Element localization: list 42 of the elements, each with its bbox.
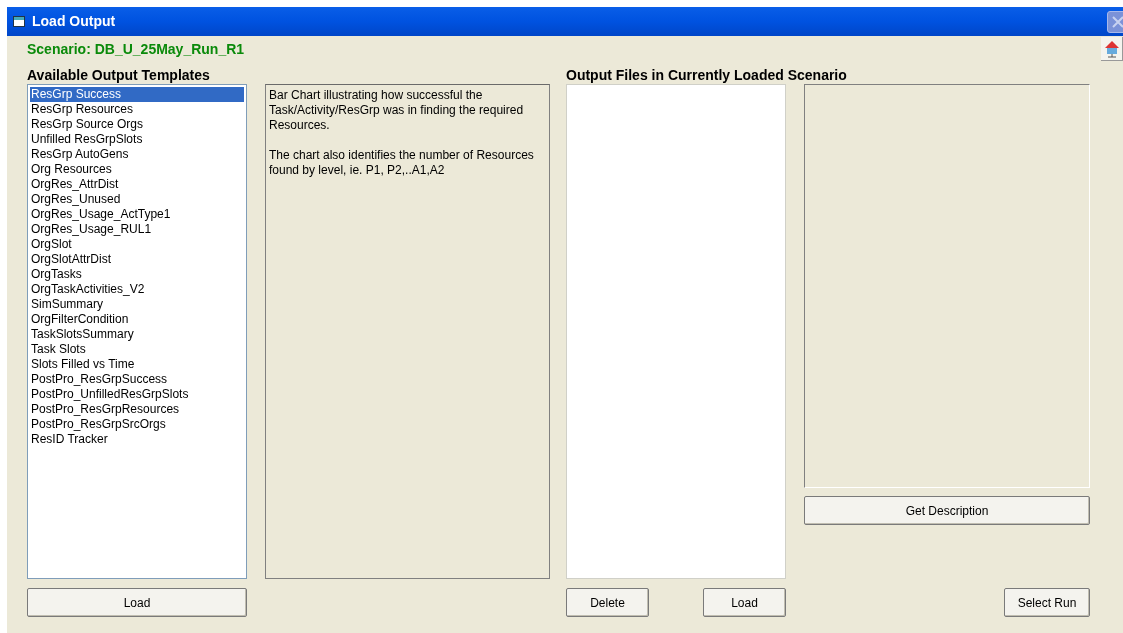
- close-button[interactable]: [1107, 10, 1123, 33]
- section-heading: Available Output Templates: [27, 67, 211, 84]
- description-text: Bar Chart illustrating how successful the Task/Activity/ResGrp was in finding the required Resources.: [269, 88, 525, 133]
- list-item[interactable]: OrgRes_AttrDist: [30, 177, 244, 192]
- house-icon: [1103, 39, 1120, 58]
- section-heading: Output Files in Currently Loaded Scenario: [566, 67, 848, 84]
- list-item[interactable]: Org Resources: [30, 162, 244, 177]
- list-item[interactable]: ResGrp Success: [30, 87, 244, 102]
- list-item[interactable]: TaskSlotsSummary: [30, 327, 244, 342]
- get-description-button[interactable]: Get Description: [804, 496, 1090, 525]
- home-button[interactable]: [1101, 37, 1123, 61]
- delete-button[interactable]: Delete: [566, 588, 649, 617]
- list-item[interactable]: PostPro_ResGrpSrcOrgs: [30, 417, 244, 432]
- close-icon: [1112, 15, 1123, 28]
- window-icon: [13, 16, 25, 27]
- list-item[interactable]: ResGrp Resources: [30, 102, 244, 117]
- list-item[interactable]: OrgFilterCondition: [30, 312, 244, 327]
- list-item[interactable]: OrgRes_Usage_ActType1: [30, 207, 244, 222]
- description-text: The chart also identifies the number of Resources found by level, ie. P1, P2,..A1,A2: [269, 148, 535, 178]
- list-item[interactable]: PostPro_ResGrpSuccess: [30, 372, 244, 387]
- list-item[interactable]: ResGrp Source Orgs: [30, 117, 244, 132]
- list-item[interactable]: Unfilled ResGrpSlots: [30, 132, 244, 147]
- list-item[interactable]: OrgSlotAttrDist: [30, 252, 244, 267]
- load-button[interactable]: Load: [27, 588, 247, 617]
- list-item[interactable]: PostPro_ResGrpResources: [30, 402, 244, 417]
- select-run-button[interactable]: Select Run: [1004, 588, 1090, 617]
- list-item[interactable]: PostPro_UnfilledResGrpSlots: [30, 387, 244, 402]
- description-box[interactable]: Bar Chart illustrating how successful the Task/Activity/ResGrp was in finding the required Resources. The chart also identifies the number of Resources found by level, ie. P1, P2,..A1,A2: [265, 84, 550, 579]
- load-button[interactable]: Load: [703, 588, 786, 617]
- list-item[interactable]: SimSummary: [30, 297, 244, 312]
- list-item[interactable]: ResID Tracker: [30, 432, 244, 447]
- list-item[interactable]: OrgTasks: [30, 267, 244, 282]
- list-item[interactable]: OrgTaskActivities_V2: [30, 282, 244, 297]
- scenario-label: Scenario: DB_U_25May_Run_R1: [27, 40, 245, 59]
- window-title: Load Output: [32, 12, 116, 31]
- list-item[interactable]: Task Slots: [30, 342, 244, 357]
- list-item[interactable]: Slots Filled vs Time: [30, 357, 244, 372]
- list-item[interactable]: OrgSlot: [30, 237, 244, 252]
- list-item[interactable]: OrgRes_Usage_RUL1: [30, 222, 244, 237]
- templates-list[interactable]: [27, 84, 247, 579]
- list-item[interactable]: OrgRes_Unused: [30, 192, 244, 207]
- list-item[interactable]: ResGrp AutoGens: [30, 147, 244, 162]
